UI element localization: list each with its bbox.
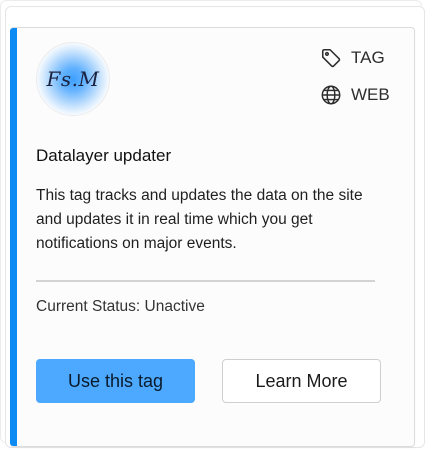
tag-icon: [320, 47, 342, 69]
card-divider: [36, 280, 375, 282]
tag-description: This tag tracks and updates the data on …: [36, 187, 363, 252]
use-this-tag-button[interactable]: Use this tag: [36, 359, 195, 403]
card-accent-bar: [10, 28, 17, 446]
learn-more-button[interactable]: Learn More: [222, 359, 381, 403]
tag-card: Fs.M TAG WEB Datalayer updater This tag …: [10, 27, 415, 447]
platform-row: WEB: [320, 84, 390, 106]
tag-card-stack: Fs.M TAG WEB Datalayer updater This tag …: [0, 0, 428, 449]
tag-type-row: TAG: [320, 47, 385, 69]
tag-title: Datalayer updater: [36, 146, 172, 165]
tag-logo: Fs.M: [36, 42, 110, 116]
tag-type-label: TAG: [351, 48, 385, 67]
globe-icon: [320, 84, 342, 106]
tag-logo-text: Fs.M: [46, 67, 100, 91]
status-text: Current Status: Unactive: [36, 298, 205, 315]
platform-label: WEB: [351, 85, 390, 104]
